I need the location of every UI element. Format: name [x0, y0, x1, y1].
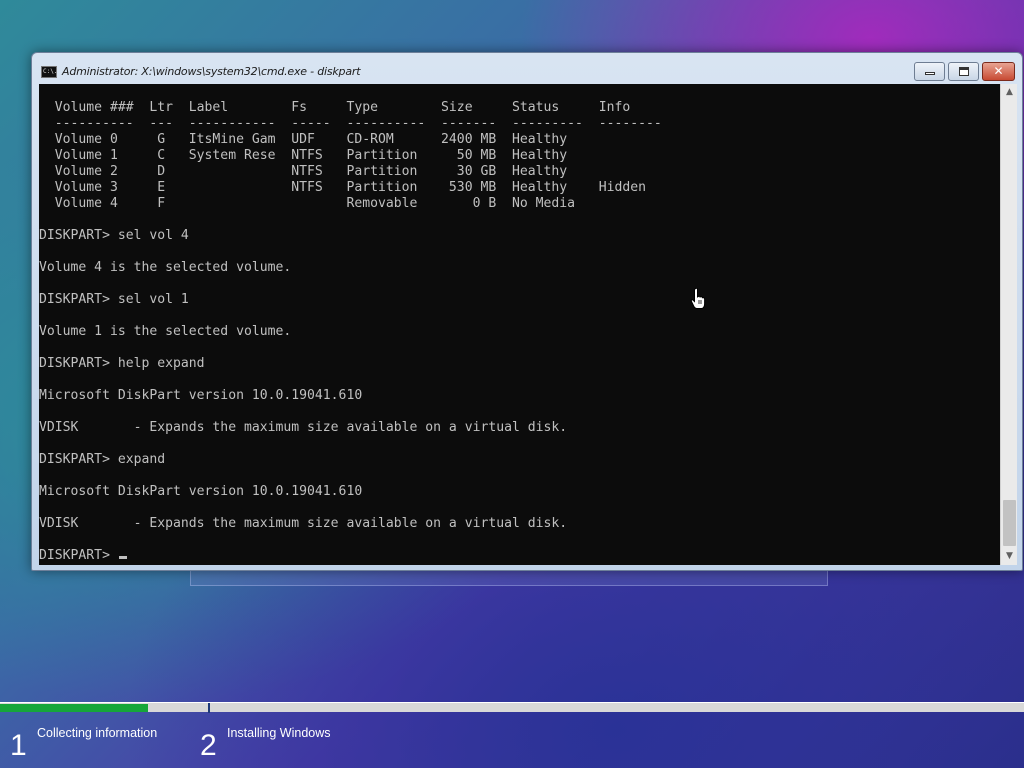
- step-number: 1: [10, 729, 27, 762]
- close-button[interactable]: ✕: [982, 62, 1015, 81]
- console-line: VDISK - Expands the maximum size availab…: [39, 420, 568, 435]
- console-line: DISKPART> help expand: [39, 356, 205, 371]
- console-line: DISKPART> sel vol 1: [39, 292, 189, 307]
- console-line: Microsoft DiskPart version 10.0.19041.61…: [39, 484, 363, 499]
- console-line: VDISK - Expands the maximum size availab…: [39, 516, 568, 531]
- chevron-up-icon[interactable]: ▲: [1001, 84, 1018, 101]
- console-line: Volume 1 is the selected volume.: [39, 324, 292, 339]
- minimize-button[interactable]: [914, 62, 945, 81]
- step-label: Collecting information: [37, 726, 158, 740]
- console-output-area[interactable]: Volume ### Ltr Label Fs Type Size Status…: [39, 84, 1000, 565]
- progress-step-divider: [208, 703, 210, 713]
- close-icon: ✕: [993, 64, 1004, 78]
- text-cursor: [118, 556, 127, 559]
- step-label: Installing Windows: [227, 726, 331, 740]
- setup-progress-fill: [0, 704, 149, 712]
- setup-progress-bar: [0, 702, 1024, 713]
- console-line: DISKPART> expand: [39, 452, 166, 467]
- console-line: Volume 4 F Removable 0 B No Media: [39, 196, 576, 211]
- console-line: Volume 1 C System Rese NTFS Partition 50…: [39, 148, 568, 163]
- cmd-icon: C:\.: [41, 66, 57, 78]
- console-line: Microsoft DiskPart version 10.0.19041.61…: [39, 388, 363, 403]
- maximize-button[interactable]: [948, 62, 979, 81]
- vertical-scrollbar[interactable]: ▲ ▼: [1000, 84, 1017, 565]
- title-bar[interactable]: C:\. Administrator: X:\windows\system32\…: [32, 53, 1022, 84]
- console-text: Volume ### Ltr Label Fs Type Size Status…: [39, 100, 662, 564]
- maximize-icon: [959, 67, 969, 76]
- chevron-down-icon[interactable]: ▼: [1001, 548, 1018, 565]
- console-line: Volume 2 D NTFS Partition 30 GB Healthy: [39, 164, 568, 179]
- window-title: Administrator: X:\windows\system32\cmd.e…: [62, 65, 361, 78]
- console-line: Volume 4 is the selected volume.: [39, 260, 292, 275]
- console-line: Volume 0 G ItsMine Gam UDF CD-ROM 2400 M…: [39, 132, 568, 147]
- console-line: Volume 3 E NTFS Partition 530 MB Healthy…: [39, 180, 646, 195]
- scroll-thumb[interactable]: [1003, 500, 1016, 546]
- console-line: ---------- --- ----------- ----- -------…: [39, 116, 662, 131]
- console-line: Volume ### Ltr Label Fs Type Size Status…: [39, 100, 631, 115]
- step-number: 2: [200, 729, 217, 762]
- console-prompt-line[interactable]: DISKPART>: [39, 548, 662, 564]
- console-window[interactable]: C:\. Administrator: X:\windows\system32\…: [31, 52, 1023, 571]
- minimize-icon: [925, 72, 935, 75]
- console-prompt: DISKPART>: [39, 548, 118, 563]
- console-line: DISKPART> sel vol 4: [39, 228, 189, 243]
- hand-pointer-icon: [690, 288, 706, 309]
